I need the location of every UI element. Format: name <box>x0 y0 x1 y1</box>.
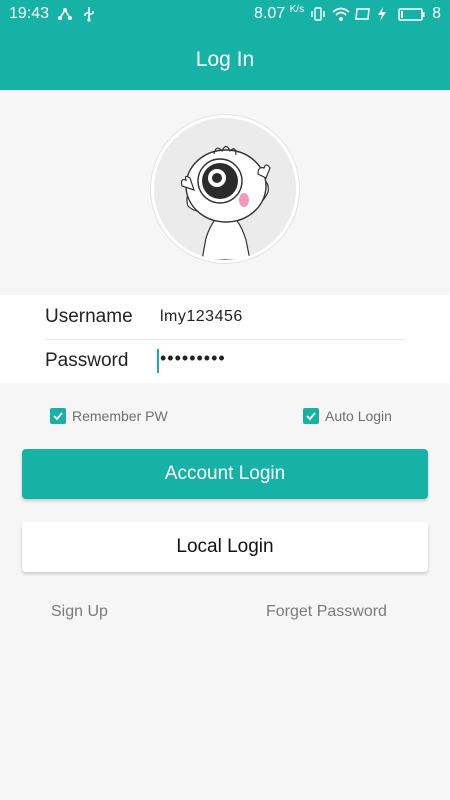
status-bar: 19:43 8.07 K/s 8 <box>0 0 450 28</box>
avatar[interactable] <box>151 115 299 263</box>
page-title: Log In <box>195 48 255 71</box>
charging-icon <box>376 6 392 22</box>
check-icon <box>306 412 316 421</box>
auto-login-checkbox[interactable] <box>303 408 319 424</box>
remember-pw-checkbox[interactable] <box>50 408 66 424</box>
screen-icon <box>354 6 370 22</box>
title-bar: Log In <box>0 28 450 90</box>
forget-password-link[interactable]: Forget Password <box>266 603 387 621</box>
sign-up-link[interactable]: Sign Up <box>51 603 108 621</box>
battery-icon <box>398 6 426 22</box>
wifi-icon <box>332 6 350 22</box>
username-row[interactable]: Username lmy123456 <box>0 295 450 339</box>
usb-icon <box>81 6 97 22</box>
share-icon <box>57 6 73 22</box>
mascot-illustration <box>180 145 271 260</box>
password-row[interactable]: Password ••••••••• <box>0 339 450 383</box>
login-form: Username lmy123456 Password ••••••••• <box>0 295 450 383</box>
check-icon <box>53 412 63 421</box>
local-login-button[interactable]: Local Login <box>22 522 428 572</box>
username-label: Username <box>45 306 133 327</box>
status-time: 19:43 <box>9 5 50 22</box>
vibrate-icon <box>310 6 326 22</box>
password-input[interactable]: ••••••••• <box>160 348 226 369</box>
battery-level: 8 <box>432 5 441 22</box>
remember-pw-option[interactable]: Remember PW <box>50 408 168 424</box>
text-cursor <box>157 349 159 373</box>
account-login-button[interactable]: Account Login <box>22 449 428 499</box>
network-speed: 8.07 K/s <box>254 4 305 23</box>
auto-login-option[interactable]: Auto Login <box>303 408 392 424</box>
username-input[interactable]: lmy123456 <box>160 308 243 326</box>
auto-login-label: Auto Login <box>325 408 392 424</box>
password-label: Password <box>45 350 129 371</box>
remember-pw-label: Remember PW <box>72 408 168 424</box>
